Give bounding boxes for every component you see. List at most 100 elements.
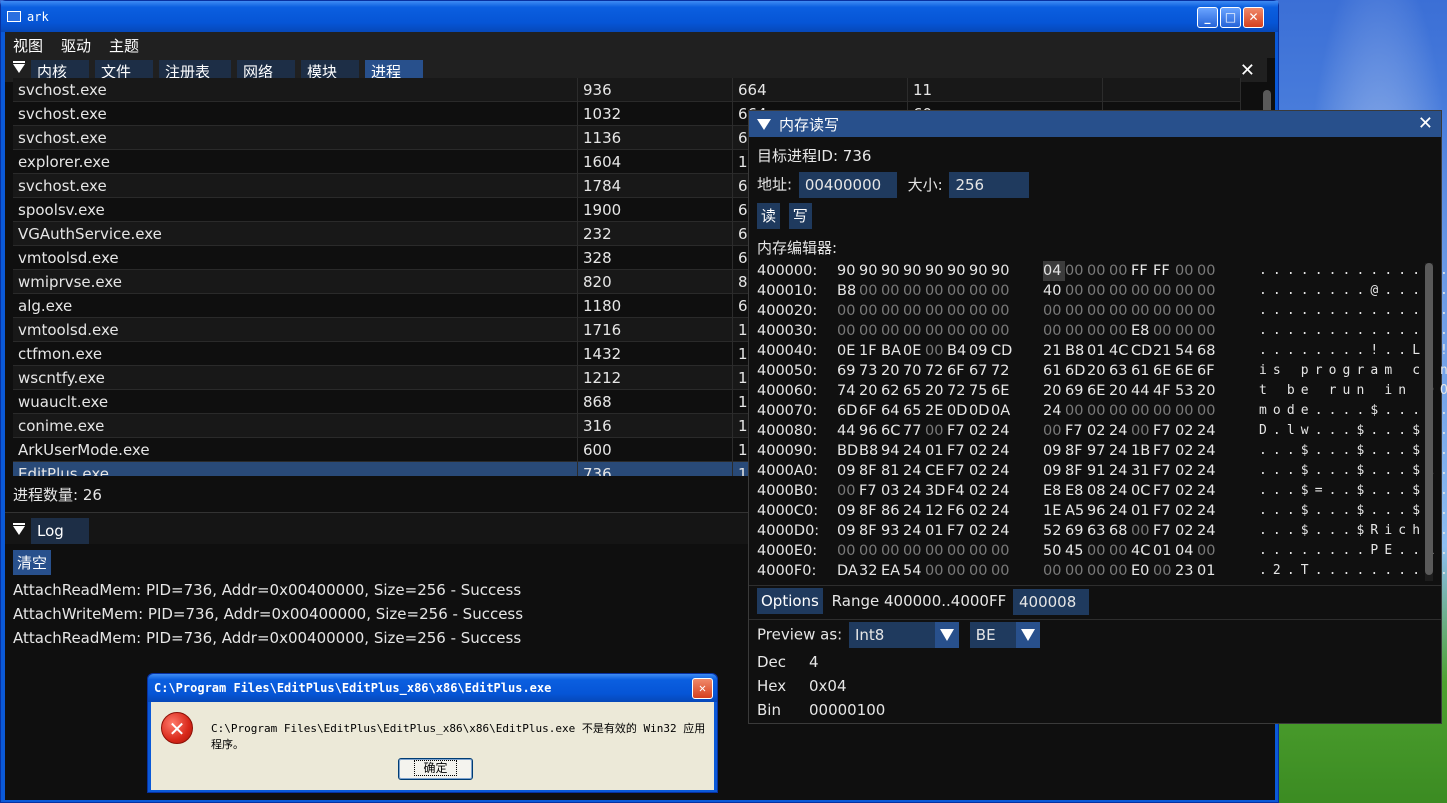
hex-byte[interactable]: 0D	[947, 401, 969, 421]
hex-byte[interactable]: 21	[1153, 341, 1175, 361]
hex-byte[interactable]: 00	[1197, 281, 1219, 301]
hex-byte[interactable]: 4C	[1131, 541, 1153, 561]
hex-byte[interactable]: A5	[1065, 501, 1087, 521]
hex-byte[interactable]: 00	[991, 541, 1013, 561]
hex-byte[interactable]: 63	[1109, 361, 1131, 381]
hex-byte[interactable]: 24	[903, 461, 925, 481]
hex-byte[interactable]: 0C	[1131, 481, 1153, 501]
hex-byte[interactable]: 00	[947, 281, 969, 301]
hex-byte[interactable]: 52	[1043, 521, 1065, 541]
hex-byte[interactable]: 00	[1197, 401, 1219, 421]
hex-byte[interactable]: E8	[1043, 481, 1065, 501]
hex-byte[interactable]: 81	[881, 461, 903, 481]
hex-byte[interactable]: F7	[1153, 461, 1175, 481]
close-button[interactable]: ✕	[1243, 7, 1264, 28]
endian-select[interactable]: BE	[969, 622, 1040, 648]
hex-byte[interactable]: 4F	[1153, 381, 1175, 401]
hex-byte[interactable]: 00	[1043, 321, 1065, 341]
hex-byte[interactable]: 00	[1087, 541, 1109, 561]
hex-byte[interactable]: 0E	[903, 341, 925, 361]
hex-byte[interactable]: 00	[1131, 421, 1153, 441]
hex-byte[interactable]: 6D	[1065, 361, 1087, 381]
hex-byte[interactable]: 00	[991, 301, 1013, 321]
hex-byte[interactable]: 00	[903, 541, 925, 561]
hex-byte[interactable]: 20	[859, 381, 881, 401]
hex-byte[interactable]: E0	[1131, 561, 1153, 581]
hex-byte[interactable]: 00	[991, 321, 1013, 341]
hex-ascii[interactable]: ........PE..L...	[1259, 541, 1447, 561]
menu-theme[interactable]: 主题	[109, 35, 139, 56]
hex-byte[interactable]: 21	[1043, 341, 1065, 361]
hex-byte[interactable]: 00	[1065, 301, 1087, 321]
dialog-title-bar[interactable]: C:\Program Files\EditPlus\EditPlus_x86\x…	[148, 674, 717, 702]
hex-byte[interactable]: 00	[837, 301, 859, 321]
hex-byte[interactable]: 00	[1175, 281, 1197, 301]
hex-byte[interactable]: F7	[1153, 421, 1175, 441]
hex-byte[interactable]: 90	[881, 261, 903, 281]
hex-byte[interactable]: 00	[903, 321, 925, 341]
hex-byte[interactable]: 00	[969, 561, 991, 581]
hex-byte[interactable]: 24	[991, 481, 1013, 501]
hex-byte[interactable]: 02	[969, 481, 991, 501]
collapse-triangle-icon[interactable]	[757, 118, 771, 130]
hex-byte[interactable]: B8	[837, 281, 859, 301]
hex-byte[interactable]: 00	[1153, 321, 1175, 341]
hex-byte[interactable]: 91	[1087, 461, 1109, 481]
write-button[interactable]: 写	[788, 203, 812, 229]
hex-ascii[interactable]: ...$...$...$...$	[1259, 441, 1447, 461]
hex-byte[interactable]: F7	[1065, 421, 1087, 441]
hex-byte[interactable]: FF	[1131, 261, 1153, 281]
hex-byte[interactable]: 8F	[859, 521, 881, 541]
hex-byte[interactable]: 09	[969, 341, 991, 361]
hex-byte[interactable]: 01	[1153, 541, 1175, 561]
hex-byte[interactable]: 00	[1109, 301, 1131, 321]
hex-byte[interactable]: 20	[1197, 381, 1219, 401]
hex-byte[interactable]: B4	[947, 341, 969, 361]
hex-byte[interactable]: 00	[1087, 261, 1109, 281]
hex-byte[interactable]: 00	[925, 281, 947, 301]
hex-byte[interactable]: 77	[903, 421, 925, 441]
hex-byte[interactable]: F7	[947, 521, 969, 541]
hex-byte[interactable]: 00	[1131, 521, 1153, 541]
hex-byte[interactable]: 00	[837, 541, 859, 561]
hex-byte[interactable]: 01	[925, 441, 947, 461]
hex-byte[interactable]: 93	[881, 521, 903, 541]
hex-byte[interactable]: 24	[1197, 461, 1219, 481]
hex-byte[interactable]: 02	[1175, 481, 1197, 501]
hex-byte[interactable]: 3D	[925, 481, 947, 501]
hex-byte[interactable]: 6F	[947, 361, 969, 381]
hex-editor[interactable]: 400000: 90 90 90 90 90 90 90 90 04 00 00 00 FF FF 00 00.…	[757, 261, 1447, 581]
hex-ascii[interactable]: D.lw...$...$...$	[1259, 421, 1447, 441]
hex-byte[interactable]: 03	[881, 481, 903, 501]
size-input[interactable]: 256	[949, 172, 1030, 198]
hex-byte[interactable]: 02	[1175, 501, 1197, 521]
hex-byte[interactable]: 04	[1043, 261, 1065, 281]
hex-scroll-thumb[interactable]	[1425, 263, 1433, 575]
table-row[interactable]: svchost.exe 936 664 11	[13, 78, 1241, 102]
memory-window-title-bar[interactable]: 内存读写 ✕	[749, 111, 1441, 137]
hex-byte[interactable]: 72	[947, 381, 969, 401]
hex-byte[interactable]: 61	[1131, 361, 1153, 381]
hex-byte[interactable]: 20	[1109, 381, 1131, 401]
hex-ascii[interactable]: ........!..L.!Th	[1259, 341, 1447, 361]
hex-byte[interactable]: 90	[859, 261, 881, 281]
hex-byte[interactable]: BA	[881, 341, 903, 361]
hex-byte[interactable]: 24	[1109, 481, 1131, 501]
hex-byte[interactable]: 01	[1197, 561, 1219, 581]
hex-byte[interactable]: 20	[881, 361, 903, 381]
hex-byte[interactable]: 90	[903, 261, 925, 281]
hex-byte[interactable]: 6F	[859, 401, 881, 421]
hex-byte[interactable]: 00	[947, 561, 969, 581]
hex-byte[interactable]: 00	[1175, 301, 1197, 321]
hex-byte[interactable]: F4	[947, 481, 969, 501]
hex-byte[interactable]: 24	[1197, 421, 1219, 441]
tab-log[interactable]: Log	[31, 518, 89, 544]
log-collapse-triangle-icon[interactable]	[13, 520, 27, 544]
hex-byte[interactable]: 00	[1197, 301, 1219, 321]
hex-byte[interactable]: 31	[1131, 461, 1153, 481]
hex-ascii[interactable]: ................	[1259, 321, 1447, 341]
hex-byte[interactable]: F7	[1153, 481, 1175, 501]
hex-byte[interactable]: 24	[991, 461, 1013, 481]
hex-byte[interactable]: 00	[1131, 401, 1153, 421]
hex-byte[interactable]: 00	[1175, 401, 1197, 421]
